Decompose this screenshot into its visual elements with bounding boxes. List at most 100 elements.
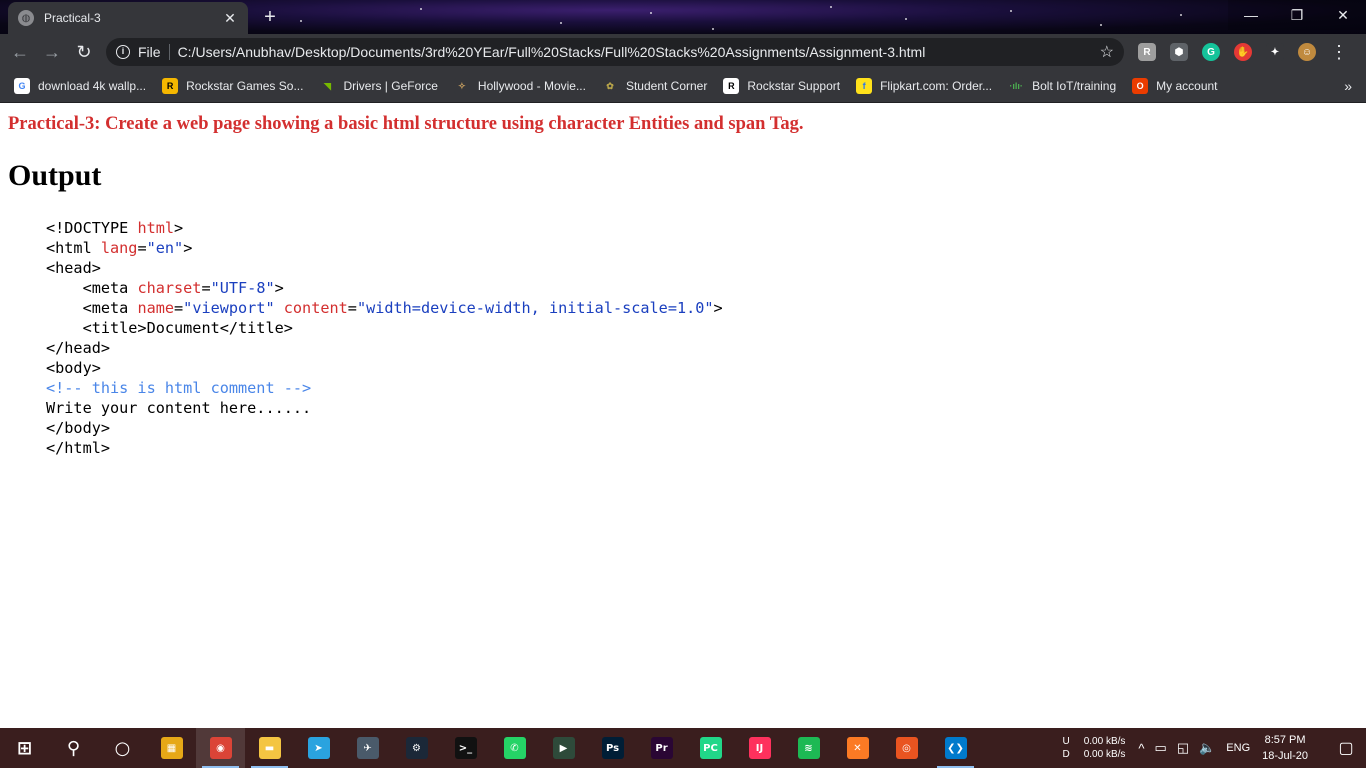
code-line: </body> [46,418,723,438]
show-hidden-icons-chevron-icon[interactable]: ^ [1138,741,1144,756]
bookmark-star-icon[interactable]: ☆ [1100,42,1114,62]
bookmark-label: My account [1156,79,1218,93]
bookmark-item[interactable]: ◥ Drivers | GeForce [319,78,438,94]
taskbar-steam[interactable]: ⚙ [392,728,441,768]
code-token: "viewport" [183,299,275,317]
notifications-icon[interactable]: ▢ [1326,728,1366,768]
taskbar-apps: ⊞ ⚲ ○ ▦ ◉ ▬ ➤ ✈ ⚙ >_ ✆ ▶ Ps Pr PC IJ ≋ ✕ ◎ ❮❯ [0,728,980,768]
ubuntu-icon: ◎ [895,737,918,759]
photoshop-icon: Ps [601,737,624,759]
forward-button[interactable]: → [36,36,68,68]
tab-close-icon[interactable]: ✕ [222,10,238,27]
bookmarks-overflow-icon[interactable]: » [1344,78,1352,94]
telegram-icon: ➤ [307,737,330,759]
code-line: <html lang="en"> [46,238,723,258]
start-button[interactable]: ⊞ [0,728,49,768]
spotify-icon: ≋ [797,737,820,759]
reload-button[interactable]: ↻ [68,36,100,68]
adblock-hand-icon[interactable]: ✋ [1234,43,1252,61]
back-button[interactable]: ← [4,36,36,68]
taskbar-store[interactable]: ▦ [147,728,196,768]
network-icon[interactable]: ◱ [1177,740,1189,756]
profile-avatar[interactable]: ☺ [1298,43,1316,61]
hollywood-icon: ✧ [453,78,470,94]
bookmark-item[interactable]: f Flipkart.com: Order... [856,78,992,94]
bookmark-item[interactable]: Gdownload 4k wallp... [14,78,146,94]
code-token: "UTF-8" [210,279,275,297]
code-line: <!-- this is html comment --> [46,378,723,398]
restore-button[interactable]: ❐ [1274,0,1320,30]
bookmark-item[interactable]: ·ılı· Bolt IoT/training [1008,78,1116,94]
taskbar-game[interactable]: ✈ [343,728,392,768]
taskbar-ubuntu[interactable]: ◎ [882,728,931,768]
chrome-menu-icon[interactable]: ⋮ [1330,42,1348,63]
address-bar[interactable]: i File C:/Users/Anubhav/Desktop/Document… [106,38,1124,66]
taskbar-file-explorer[interactable]: ▬ [245,728,294,768]
taskbar-app[interactable]: ▶ [539,728,588,768]
input-language[interactable]: ENG [1226,742,1250,754]
game-icon: ✈ [356,737,379,759]
search-button[interactable]: ⚲ [49,728,98,768]
clock[interactable]: 8:57 PM 18-Jul-20 [1262,732,1308,764]
taskbar-spotify[interactable]: ≋ [784,728,833,768]
taskbar-photoshop[interactable]: Ps [588,728,637,768]
battery-icon[interactable]: ▭ [1155,740,1167,756]
code-token: <!-- this is html comment --> [46,379,312,397]
code-token: <body> [46,359,101,377]
practical-heading: Practical-3: Create a web page showing a… [8,114,804,134]
bookmark-item[interactable]: R Rockstar Games So... [162,78,303,94]
bookmark-label: Drivers | GeForce [343,79,438,93]
taskbar-whatsapp[interactable]: ✆ [490,728,539,768]
code-line: <title>Document</title> [46,318,723,338]
code-token: </body> [46,419,111,437]
ext-puzzle-cube-icon[interactable]: ⬢ [1170,43,1188,61]
taskbar-chrome[interactable]: ◉ [196,728,245,768]
code-line: <!DOCTYPE html> [46,218,723,238]
cortana-button[interactable]: ○ [98,728,147,768]
bookmarks-bar: Gdownload 4k wallp... R Rockstar Games So.… [0,70,1366,103]
bookmark-item[interactable]: R Rockstar Support [723,78,840,94]
net-up-value: 0.00 kB/s [1083,736,1126,747]
ext-r-icon[interactable]: R [1138,43,1156,61]
close-window-button[interactable]: ✕ [1320,0,1366,30]
grammarly-icon[interactable]: G [1202,43,1220,61]
search-icon: ⚲ [66,737,81,759]
bookmark-label: Bolt IoT/training [1032,79,1117,93]
info-icon[interactable]: i [116,45,130,59]
browser-tab[interactable]: ◍ Practical-3 ✕ [8,2,248,34]
taskbar-xampp[interactable]: ✕ [833,728,882,768]
net-down-value: 0.00 kB/s [1083,749,1126,760]
intellij-icon: IJ [748,737,771,759]
page-content: Practical-3: Create a web page showing a… [0,104,1366,728]
taskbar-telegram[interactable]: ➤ [294,728,343,768]
network-speed-meter: U D 0.00 kB/s 0.00 kB/s [1062,735,1125,761]
terminal-icon: >_ [454,737,477,759]
code-token: <meta [46,299,138,317]
rockstar-support-icon: R [723,78,740,94]
new-tab-button[interactable]: + [258,6,282,30]
folder-icon: ▬ [258,737,281,759]
bookmark-item[interactable]: ✿ Student Corner [601,78,707,94]
taskbar-terminal[interactable]: >_ [441,728,490,768]
extensions-puzzle-icon[interactable]: ✦ [1266,43,1284,61]
taskbar-intellij[interactable]: IJ [735,728,784,768]
vscode-icon: ❮❯ [944,737,967,759]
bookmark-item[interactable]: ✧ Hollywood - Movie... [453,78,586,94]
code-line: Write your content here...... [46,398,723,418]
taskbar-premiere[interactable]: Pr [637,728,686,768]
taskbar-vscode[interactable]: ❮❯ [931,728,980,768]
minimize-button[interactable]: — [1228,0,1274,30]
code-token: "width=device-width, initial-scale=1.0" [356,299,714,317]
clock-time: 8:57 PM [1264,734,1306,746]
xampp-icon: ✕ [846,737,869,759]
code-token: = [137,239,147,257]
code-token: <head> [46,259,101,277]
volume-icon[interactable]: 🔈 [1199,740,1215,756]
pycharm-icon: PC [699,737,722,759]
code-line: </html> [46,438,723,458]
taskbar-pycharm[interactable]: PC [686,728,735,768]
bookmark-item[interactable]: O My account [1132,78,1218,94]
url-text[interactable]: C:/Users/Anubhav/Desktop/Documents/3rd%2… [178,44,1100,60]
windows-logo-icon: ⊞ [16,737,33,759]
cortana-circle-icon: ○ [114,737,131,759]
